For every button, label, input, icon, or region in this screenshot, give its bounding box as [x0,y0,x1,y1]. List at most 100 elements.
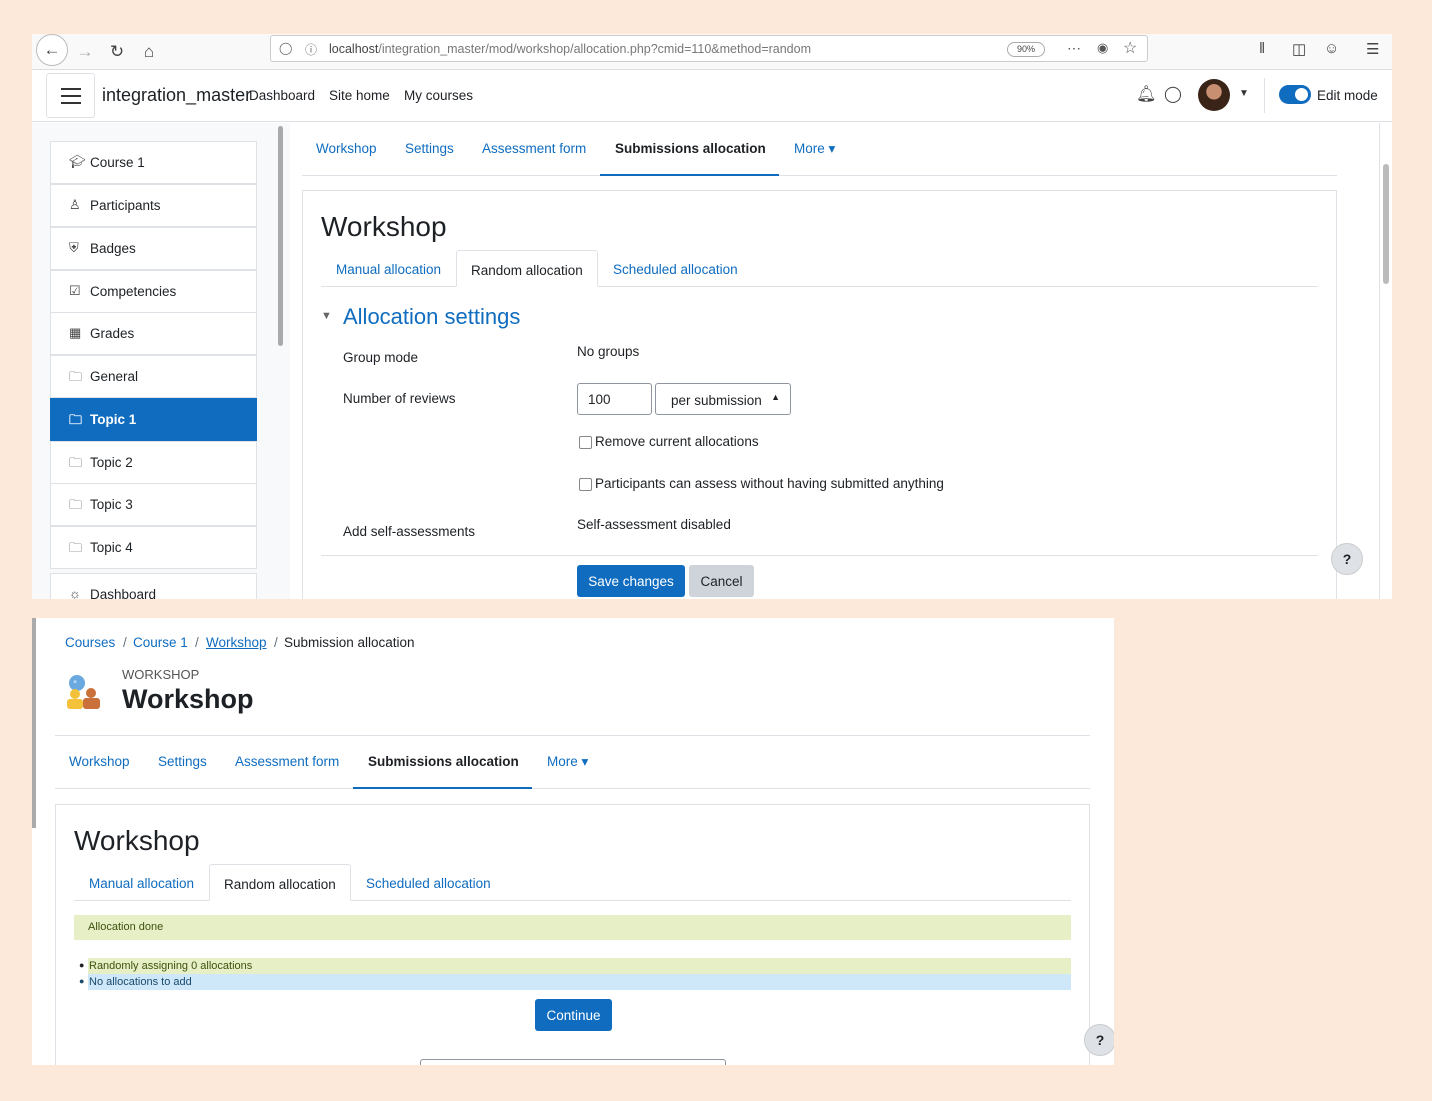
course-index-item-topic-4[interactable]: 🗀︎ Topic 4 [50,526,257,569]
allocation-done-alert: Allocation done [74,915,1071,940]
self-assessment-value: Self-assessment disabled [577,517,731,532]
result-item-ok: Randomly assigning 0 allocations [88,958,1071,974]
star-icon[interactable]: ☆ [1123,38,1137,58]
tab-more[interactable]: More ▾ [547,754,588,770]
sidebar-icon[interactable]: ◫ [1292,40,1306,58]
tab-assessment-form[interactable]: Assessment form [482,141,586,156]
home-icon[interactable]: ⌂ [134,38,164,66]
tab-workshop[interactable]: Workshop [316,141,377,156]
library-icon[interactable]: ‖ [1259,40,1265,57]
remove-current-label: Remove current allocations [595,434,759,449]
self-assessment-label: Add self-assessments [343,524,476,539]
tab-submissions-allocation[interactable]: Submissions allocation [615,141,766,156]
result-page: Courses / Course 1 / Workshop / Submissi… [32,618,1114,1065]
page-title: Workshop [74,825,200,856]
assess-without-checkbox[interactable] [579,478,592,491]
course-index-item-participants[interactable]: ♙ Participants [50,184,257,227]
breadcrumb-workshop[interactable]: Workshop [206,635,267,650]
tab-more[interactable]: More ▾ [794,141,835,157]
more-dots-icon[interactable]: ⋯ [1067,40,1081,57]
bell-icon[interactable]: 🔔︎ [1136,84,1156,104]
account-icon[interactable]: ☺ [1324,40,1339,57]
tab-settings[interactable]: Settings [158,754,207,769]
page-scrollbar[interactable] [32,618,36,828]
site-brand[interactable]: integration_master [102,85,251,106]
reviews-label: Number of reviews [343,391,456,406]
forward-arrow-icon[interactable]: → [70,38,100,66]
secondary-navigation: Workshop Settings Assessment form Submis… [302,123,1337,176]
url-text: localhost/integration_master/mod/worksho… [329,42,812,56]
tab-manual-allocation[interactable]: Manual allocation [336,262,441,277]
allocation-tabs: Manual allocation Random allocation Sche… [321,250,1318,287]
course-index-item-course[interactable]: 🎓︎ Course 1 [50,141,257,184]
edit-mode-toggle[interactable] [1279,85,1311,104]
reload-icon[interactable]: ↻ [102,38,132,66]
nav-dashboard[interactable]: Dashboard [249,88,315,103]
info-icon[interactable]: ⓘ [305,41,317,58]
back-arrow-icon[interactable]: ← [36,34,68,66]
edit-mode-label: Edit mode [1317,88,1378,103]
graduation-cap-icon: 🎓︎ [69,154,86,169]
folder-icon: 🗀︎ [69,540,83,555]
folder-icon: 🗀︎ [69,412,83,427]
main-card: Workshop Manual allocation Random alloca… [302,190,1337,599]
nav-site-home[interactable]: Site home [329,88,390,103]
shield-icon: ⛨ [69,240,79,255]
svg-text:": " [73,680,77,690]
course-index-item-topic-1[interactable]: 🗀︎ Topic 1 [50,398,257,441]
tab-scheduled-allocation[interactable]: Scheduled allocation [613,262,738,277]
message-icon[interactable]: ◯ [1164,84,1182,104]
zoom-indicator[interactable]: 90% [1007,42,1045,57]
drawer-scrollbar[interactable] [278,126,283,346]
url-bar[interactable]: ◯ ⓘ localhost/integration_master/mod/wor… [270,35,1148,62]
cancel-button[interactable]: Cancel [689,565,754,597]
caret-down-icon[interactable]: ▼ [1239,88,1249,99]
collapse-caret-icon[interactable]: ▼ [321,310,332,322]
site-navbar: integration_master Dashboard Site home M… [32,70,1392,122]
course-index-item-badges[interactable]: ⛨ Badges [50,227,257,270]
reviews-select[interactable]: per submission ▲ [655,383,791,415]
assess-without-label: Participants can assess without having s… [595,476,944,491]
pocket-icon[interactable]: ◉ [1097,40,1108,56]
tab-workshop[interactable]: Workshop [69,754,130,769]
tab-random-allocation[interactable]: Random allocation [209,864,351,901]
tab-random-allocation[interactable]: Random allocation [456,250,598,287]
drawer-toggle-icon[interactable] [46,73,95,118]
course-index-item-grades[interactable]: ▦ Grades [50,312,257,355]
continue-button[interactable]: Continue [535,999,612,1031]
breadcrumb-courses[interactable]: Courses [65,635,115,650]
secondary-navigation: Workshop Settings Assessment form Submis… [55,736,1090,789]
menu-icon[interactable]: ☰ [1366,40,1379,58]
course-index-item-topic-3[interactable]: 🗀︎ Topic 3 [50,483,257,526]
activity-kicker: WORKSHOP [122,667,200,682]
result-item-info: No allocations to add [88,974,1071,990]
course-index-item-competencies[interactable]: ☑ Competencies [50,270,257,313]
breadcrumb-course-1[interactable]: Course 1 [133,635,188,650]
page-scrollbar[interactable] [1383,164,1389,284]
checkbox-icon: ☑ [69,283,81,298]
course-index-item-dashboard[interactable]: ☼ Dashboard [50,573,257,599]
folder-icon: 🗀︎ [69,455,83,470]
folder-icon: 🗀︎ [69,369,83,384]
remove-current-checkbox[interactable] [579,436,592,449]
activity-title: Workshop [122,684,254,714]
save-changes-button[interactable]: Save changes [577,565,685,597]
help-button[interactable]: ? [1084,1024,1114,1056]
course-index-item-general[interactable]: 🗀︎ General [50,355,257,398]
help-button[interactable]: ? [1331,543,1363,575]
tab-scheduled-allocation[interactable]: Scheduled allocation [366,876,491,891]
nav-my-courses[interactable]: My courses [404,88,473,103]
dashboard-icon: ☼ [69,586,81,599]
shield-icon: ◯ [279,41,293,55]
tab-settings[interactable]: Settings [405,141,454,156]
allocation-settings-heading[interactable]: Allocation settings [343,304,520,330]
tab-manual-allocation[interactable]: Manual allocation [89,876,194,891]
tab-submissions-allocation[interactable]: Submissions allocation [368,754,519,769]
reviews-input[interactable]: 100 [577,383,652,415]
browser-toolbar: ← → ↻ ⌂ ◯ ⓘ localhost/integration_master… [32,34,1392,70]
tab-assessment-form[interactable]: Assessment form [235,754,339,769]
avatar[interactable] [1198,79,1230,111]
course-index-drawer: 🎓︎ Course 1 ♙ Participants ⛨ Badges ☑ Compet… [32,123,290,599]
allocation-tabs: Manual allocation Random allocation Sche… [74,864,1071,901]
course-index-item-topic-2[interactable]: 🗀︎ Topic 2 [50,441,257,484]
